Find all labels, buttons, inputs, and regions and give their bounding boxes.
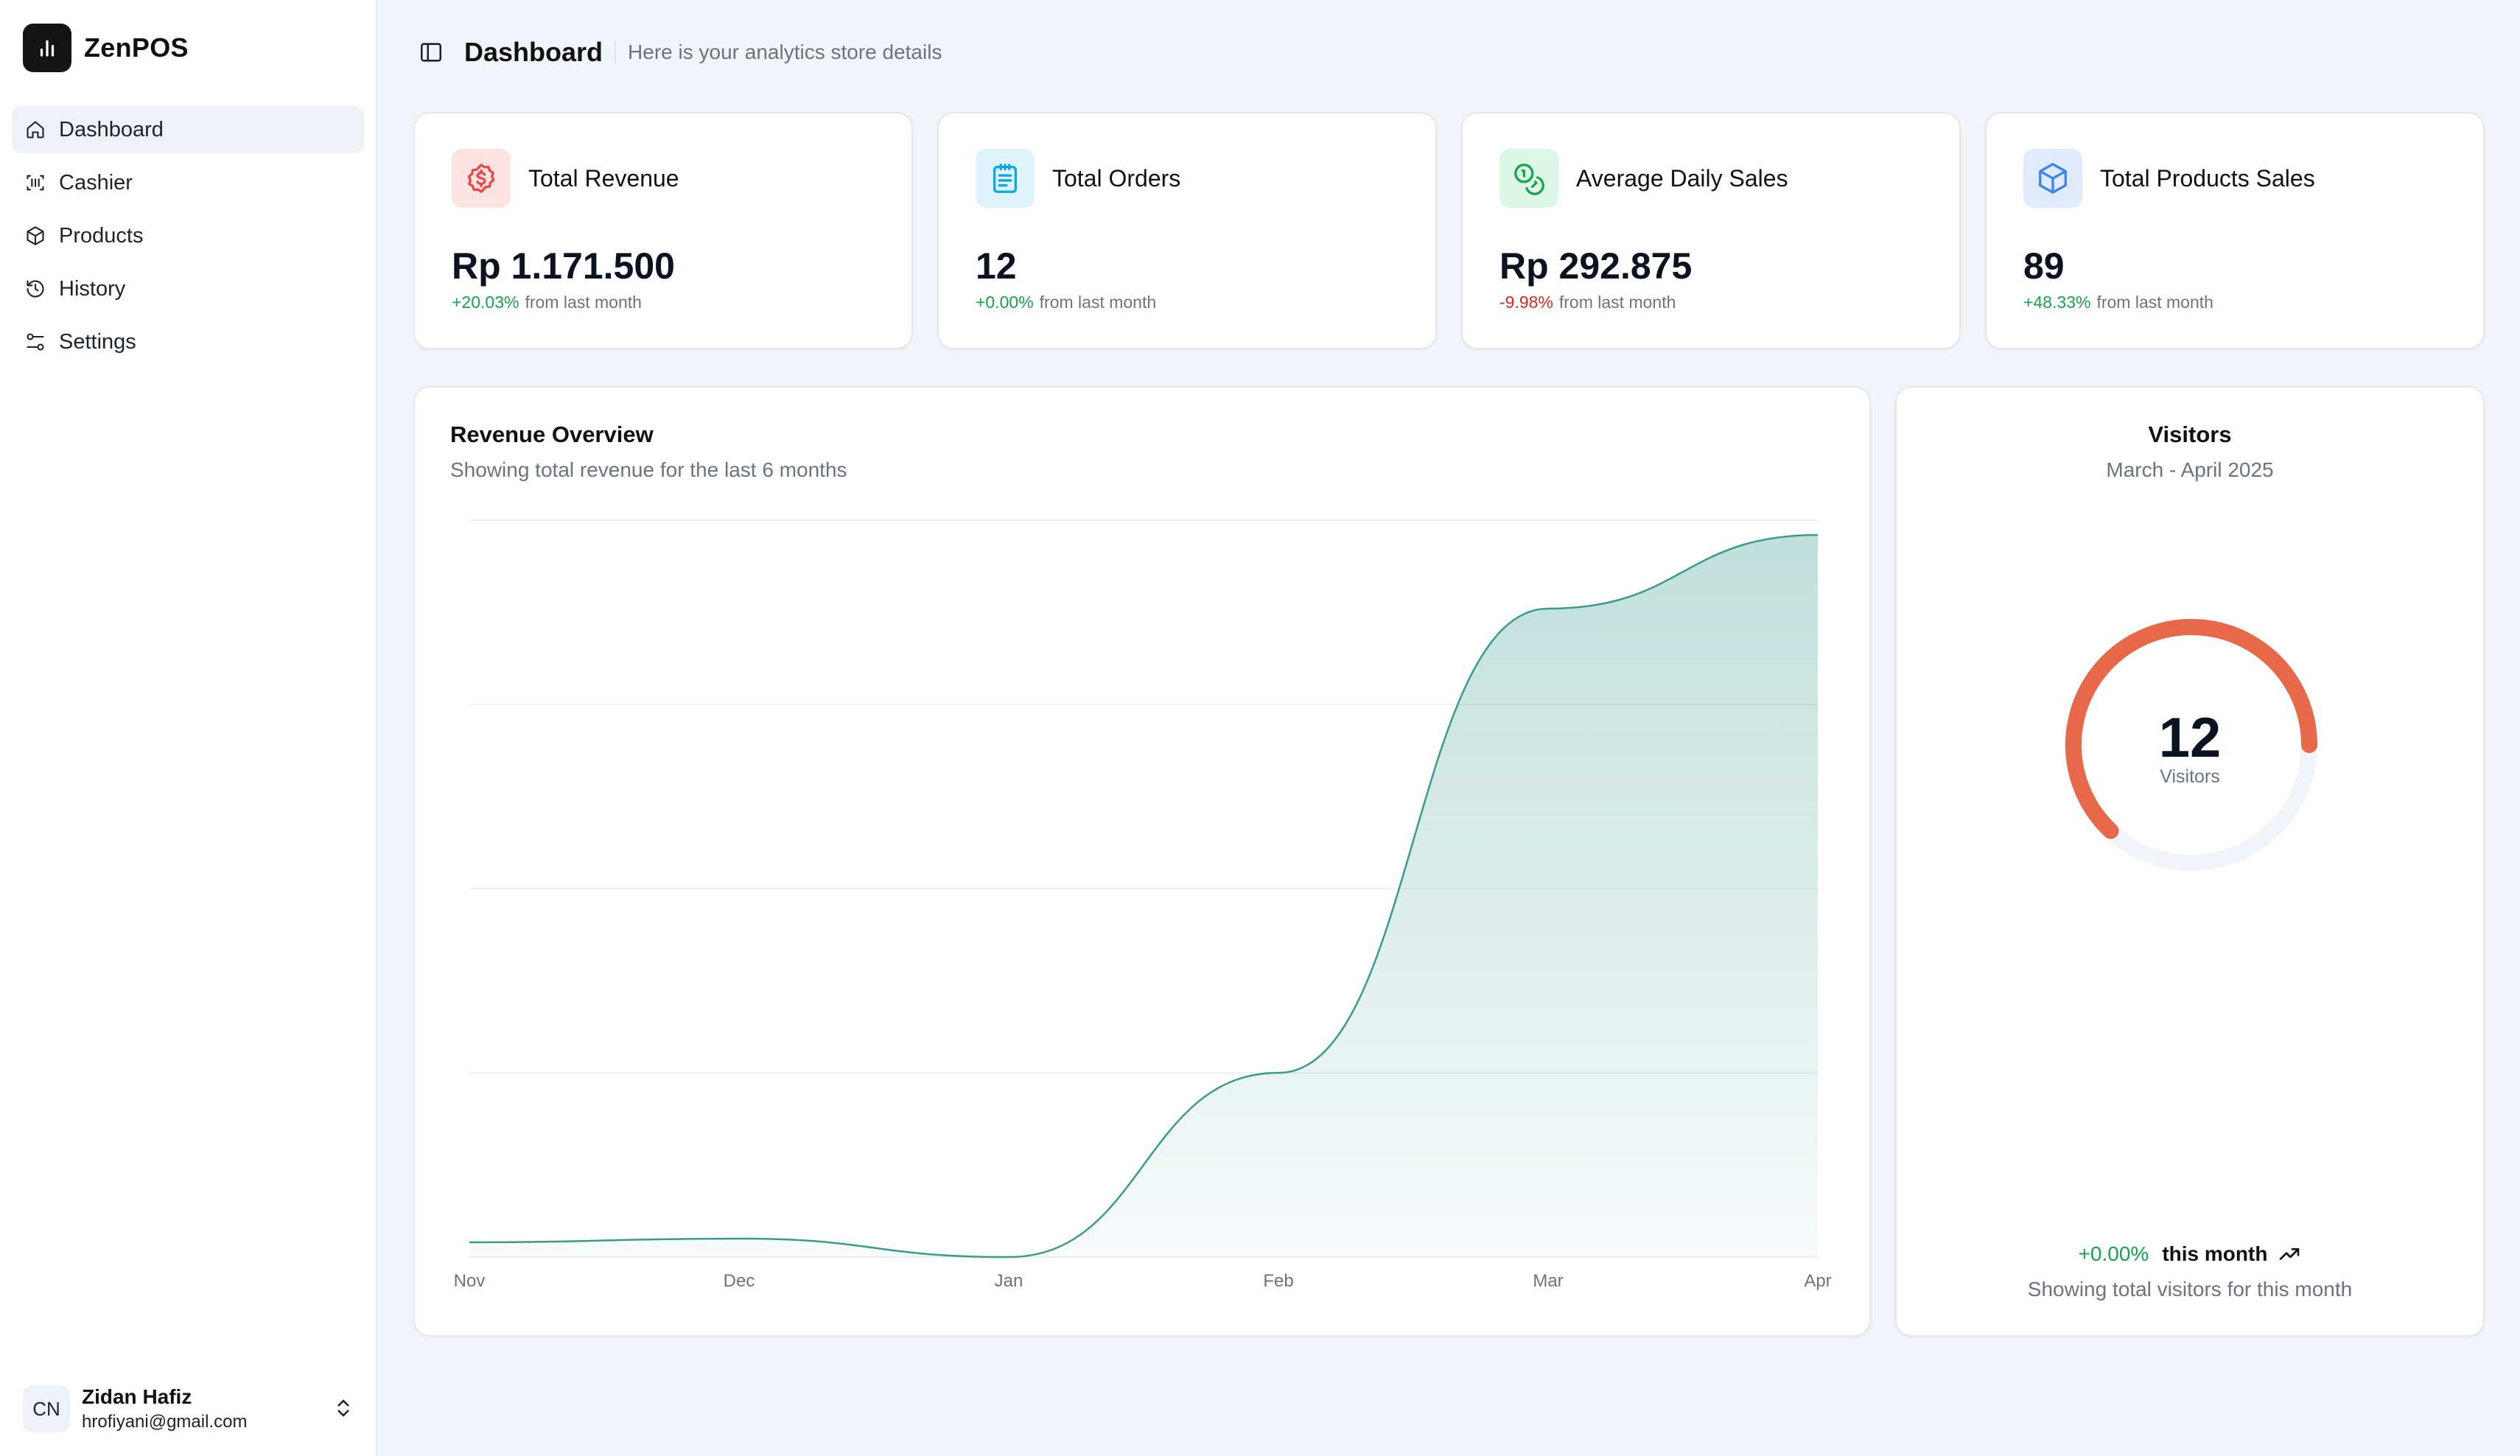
visitors-delta: +0.00%: [2078, 1242, 2149, 1265]
sidebar-item-label: Products: [59, 223, 144, 248]
stat-label: Total Revenue: [528, 164, 679, 192]
stat-card-average-daily-sales: Average Daily Sales Rp 292.875 -9.98% fro…: [1461, 112, 1961, 349]
sidebar-item-history[interactable]: History: [12, 265, 364, 312]
delta-suffix: from last month: [1558, 293, 1676, 312]
trending-up-icon: [2278, 1242, 2301, 1266]
delta-percent: +20.03%: [452, 293, 519, 312]
box-icon: [24, 225, 46, 247]
clipboard-list-icon: [976, 149, 1035, 208]
stat-card-total-revenue: Total Revenue Rp 1.171.500 +20.03% from l…: [413, 112, 913, 349]
sidebar-toggle-icon[interactable]: [419, 40, 444, 65]
box-icon: [2023, 149, 2082, 208]
delta-percent: +48.33%: [2023, 293, 2091, 312]
stat-card-total-orders: Total Orders 12 +0.00% from last month: [937, 112, 1437, 349]
stat-label: Total Products Sales: [2100, 164, 2315, 192]
home-icon: [24, 119, 46, 141]
x-tick-label: Nov: [454, 1271, 486, 1291]
revenue-area-fill: [469, 535, 1818, 1257]
sidebar-item-settings[interactable]: Settings: [12, 318, 364, 365]
user-name: Zidan Hafiz: [82, 1385, 192, 1408]
dollar-badge-icon: [452, 149, 511, 208]
app-name: ZenPOS: [84, 32, 189, 63]
page-title: Dashboard: [464, 37, 603, 67]
stat-delta: +20.03% from last month: [452, 293, 642, 312]
stat-card-total-products-sales: Total Products Sales 89 +48.33% from last…: [1985, 112, 2485, 349]
user-menu[interactable]: CN Zidan Hafiz hrofiyani@gmail.com: [23, 1382, 354, 1435]
sidebar-item-dashboard[interactable]: Dashboard: [12, 106, 364, 153]
x-tick-label: Mar: [1533, 1271, 1563, 1291]
sidebar-item-label: History: [59, 276, 126, 301]
delta-percent: +0.00%: [976, 293, 1034, 312]
x-tick-label: Dec: [724, 1271, 755, 1291]
sidebar-item-label: Settings: [59, 329, 136, 354]
stat-value: 89: [2023, 245, 2065, 287]
page-subtitle: Here is your analytics store details: [628, 41, 942, 63]
sidebar-item-label: Cashier: [59, 170, 133, 195]
visitors-value: 12: [2158, 707, 2222, 769]
sidebar-nav: Dashboard Cashier Products History Setti…: [12, 106, 364, 371]
x-tick-label: Feb: [1263, 1271, 1293, 1291]
stat-label: Average Daily Sales: [1576, 164, 1788, 192]
stat-label: Total Orders: [1052, 164, 1181, 192]
brand[interactable]: ZenPOS: [23, 24, 189, 72]
visitors-footer: Showing total visitors for this month: [2027, 1278, 2353, 1301]
sidebar-item-label: Dashboard: [59, 117, 164, 141]
sidebar: ZenPOS Dashboard Cashier Products Histor…: [0, 0, 377, 1456]
revenue-area-chart: Nov Dec Jan Feb Mar Apr: [454, 519, 1832, 1291]
stat-value: 12: [976, 245, 1017, 287]
stat-delta: +0.00% from last month: [976, 293, 1156, 312]
bar-chart-logo-icon: [23, 24, 71, 72]
visitors-delta-text: this month: [2162, 1242, 2268, 1265]
visitors-trend: +0.00% this month: [1897, 1242, 2483, 1266]
revenue-overview-card: Revenue Overview Showing total revenue f…: [413, 386, 1871, 1337]
visitors-card: Visitors March - April 2025 12 Visitors …: [1895, 386, 2485, 1337]
header-divider: [615, 41, 617, 64]
scan-icon: [24, 172, 46, 194]
sidebar-item-products[interactable]: Products: [12, 212, 364, 259]
x-tick-label: Jan: [995, 1271, 1023, 1291]
stat-value: Rp 292.875: [1499, 245, 1693, 287]
history-icon: [24, 278, 46, 300]
stat-delta: +48.33% from last month: [2023, 293, 2213, 312]
sliders-icon: [24, 331, 46, 353]
delta-suffix: from last month: [1039, 293, 1157, 312]
coins-icon: [1499, 149, 1558, 208]
page-header: Dashboard Here is your analytics store d…: [419, 37, 942, 68]
chevrons-up-down-icon[interactable]: [332, 1396, 354, 1424]
visitors-label: Visitors: [2160, 766, 2220, 787]
delta-suffix: from last month: [525, 293, 642, 312]
user-email: hrofiyani@gmail.com: [82, 1412, 248, 1432]
stat-delta: -9.98% from last month: [1499, 293, 1676, 312]
stat-value: Rp 1.171.500: [452, 245, 675, 287]
visitors-radial-chart: [2065, 619, 2317, 871]
user-info: Zidan Hafiz hrofiyani@gmail.com: [82, 1385, 247, 1432]
x-tick-label: Apr: [1804, 1271, 1831, 1291]
sidebar-item-cashier[interactable]: Cashier: [12, 159, 364, 206]
delta-percent: -9.98%: [1499, 293, 1553, 312]
avatar: CN: [23, 1385, 70, 1432]
delta-suffix: from last month: [2096, 293, 2213, 312]
